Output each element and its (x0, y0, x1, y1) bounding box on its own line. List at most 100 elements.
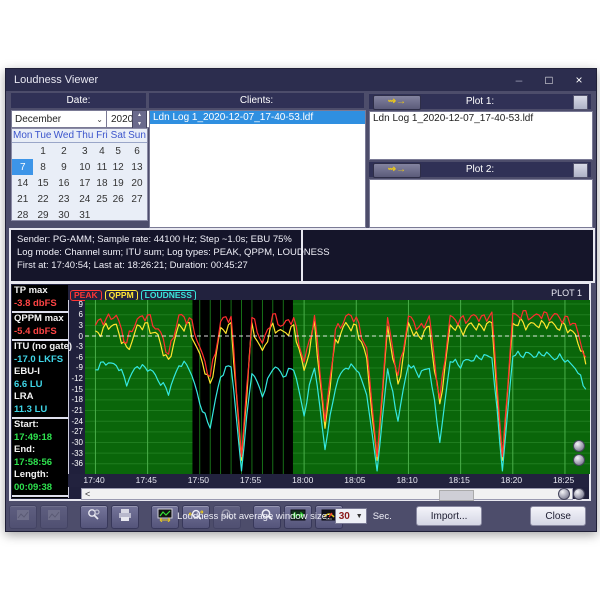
log-info-text: Sender: PG-AMM; Sample rate: 44100 Hz; S… (11, 230, 303, 281)
calendar-day[interactable]: 27 (127, 191, 147, 207)
title-bar[interactable]: Loudness Viewer – □ × (6, 69, 596, 91)
year-spinner[interactable]: ▲ ▼ (132, 110, 147, 130)
y-tick-label: -18 (66, 395, 83, 404)
close-button[interactable]: Close (530, 506, 586, 526)
chart-icon (46, 508, 62, 527)
calendar-day[interactable]: 12 (109, 159, 127, 175)
scroll-zoom-in-button[interactable] (558, 488, 570, 500)
printer-icon (117, 508, 133, 527)
calendar-day[interactable]: 26 (109, 191, 127, 207)
month-select[interactable]: December ⌄ (11, 110, 107, 128)
calendar-day[interactable] (95, 207, 110, 223)
inspect-button[interactable] (80, 505, 108, 529)
calendar-day[interactable]: 8 (33, 159, 52, 175)
log-info-extra (303, 230, 593, 281)
weekday-label: Fri (95, 129, 110, 143)
magpair-icon (86, 508, 102, 527)
calendar-day[interactable]: 7 (12, 159, 33, 175)
y-tick-label: -15 (66, 385, 83, 394)
y-tick-label: 9 (66, 300, 83, 309)
import-button[interactable]: Import... (416, 506, 483, 526)
plot2-clear-button[interactable] (573, 163, 588, 178)
weekday-label: Sat (109, 129, 127, 143)
x-tick-label: 18:15 (449, 475, 470, 485)
calendar-day[interactable]: 30 (53, 207, 75, 223)
desktop: Loudness Viewer – □ × Date: December ⌄ 2… (0, 0, 600, 600)
y-tick-label: -6 (66, 353, 83, 362)
calendar-day[interactable]: 31 (75, 207, 95, 223)
assign-to-plot2-button[interactable]: ⇝→ (373, 163, 421, 178)
calendar-day[interactable]: 5 (109, 143, 127, 160)
chart-icon (15, 508, 31, 527)
calendar-day[interactable]: 16 (53, 175, 75, 191)
calendar-day[interactable] (12, 143, 33, 160)
calendar-day[interactable]: 3 (75, 143, 95, 160)
plot1-clear-button[interactable] (573, 95, 588, 110)
calendar-day[interactable]: 20 (127, 175, 147, 191)
readout-line: -17.0 LKFS (14, 354, 68, 367)
y-axis: 9630-3-6-9-12-15-18-21-24-27-30-33-36 (68, 300, 85, 474)
y-tick-label: -27 (66, 427, 83, 436)
calendar-day[interactable]: 18 (95, 175, 110, 191)
loudness-plot[interactable] (85, 300, 590, 474)
assign-to-plot1-button[interactable]: ⇝→ (373, 95, 421, 110)
scrollbar-thumb[interactable] (439, 490, 474, 501)
x-tick-label: 18:00 (292, 475, 313, 485)
calendar-day[interactable]: 28 (12, 207, 33, 223)
calendar-day[interactable]: 24 (75, 191, 95, 207)
calendar-day[interactable] (127, 207, 147, 223)
calendar-day[interactable]: 17 (75, 175, 95, 191)
calendar-day[interactable]: 1 (33, 143, 52, 160)
readout-line: 6.6 LU (14, 379, 68, 392)
maximize-button[interactable]: □ (542, 73, 556, 87)
fit-screen-button[interactable] (151, 505, 179, 529)
zoom-out-plot-button[interactable] (573, 454, 585, 466)
minimize-button[interactable]: – (512, 73, 526, 87)
calendar-day[interactable]: 29 (33, 207, 52, 223)
spinner-up-icon[interactable]: ▲ (133, 111, 146, 120)
x-tick-label: 18:25 (553, 475, 574, 485)
calendar[interactable]: MonTueWedThuFriSatSun1234567891011121314… (11, 128, 148, 221)
x-tick-label: 17:40 (83, 475, 104, 485)
measurement-readouts: TP max-3.8 dbFSQPPM max-5.4 dbFSITU (no … (12, 285, 69, 498)
calendar-day[interactable]: 11 (95, 159, 110, 175)
scroll-zoom-out-button[interactable] (573, 488, 585, 500)
calendar-day[interactable]: 13 (127, 159, 147, 175)
calendar-day[interactable]: 6 (127, 143, 147, 160)
close-window-button[interactable]: × (572, 73, 586, 87)
plot-legend-strip: PEAKQPPMLOUDNESS PLOT 1 (68, 285, 588, 300)
plot2-list[interactable] (369, 179, 593, 228)
calendar-day[interactable]: 23 (53, 191, 75, 207)
scroll-left-icon[interactable]: < (85, 489, 90, 500)
calendar-day[interactable]: 2 (53, 143, 75, 160)
calendar-day[interactable]: 9 (53, 159, 75, 175)
calendar-day[interactable]: 15 (33, 175, 52, 191)
plot-scrollbar[interactable]: < > (81, 488, 573, 500)
readout-line: QPPM max (14, 313, 68, 326)
plot-title: PLOT 1 (551, 288, 582, 298)
y-tick-label: -21 (66, 406, 83, 415)
calendar-day[interactable]: 21 (12, 191, 33, 207)
log-info-panel: Sender: PG-AMM; Sample rate: 44100 Hz; S… (9, 228, 595, 283)
zoom-in-plot-button[interactable] (573, 440, 585, 452)
readout-line: -5.4 dbFS (14, 326, 68, 339)
calendar-day[interactable]: 19 (109, 175, 127, 191)
weekday-label: Mon (12, 129, 33, 143)
avg-window-select[interactable]: 30 ▼ (335, 508, 367, 524)
calendar-day[interactable]: 14 (12, 175, 33, 191)
print-button[interactable] (111, 505, 139, 529)
calendar-day[interactable] (109, 207, 127, 223)
avg-window-label: Loudness plot average window size: (177, 511, 330, 522)
calendar-day[interactable]: 10 (75, 159, 95, 175)
readout-line: Start: (14, 419, 68, 432)
plot1-list[interactable]: Ldn Log 1_2020-12-07_17-40-53.ldf (369, 111, 593, 160)
list-item[interactable]: Ldn Log 1_2020-12-07_17-40-53.ldf (370, 112, 592, 125)
calendar-day[interactable]: 22 (33, 191, 52, 207)
list-item[interactable]: Ldn Log 1_2020-12-07_17-40-53.ldf (150, 111, 365, 124)
readout-line: EBU-I (14, 366, 68, 379)
calendar-day[interactable]: 25 (95, 191, 110, 207)
readout-group: ITU (no gate)-17.0 LKFSEBU-I6.6 LULRA11.… (12, 341, 68, 419)
info-line: Sender: PG-AMM; Sample rate: 44100 Hz; S… (17, 233, 295, 246)
calendar-day[interactable]: 4 (95, 143, 110, 160)
clients-list[interactable]: Ldn Log 1_2020-12-07_17-40-53.ldf (149, 110, 366, 228)
